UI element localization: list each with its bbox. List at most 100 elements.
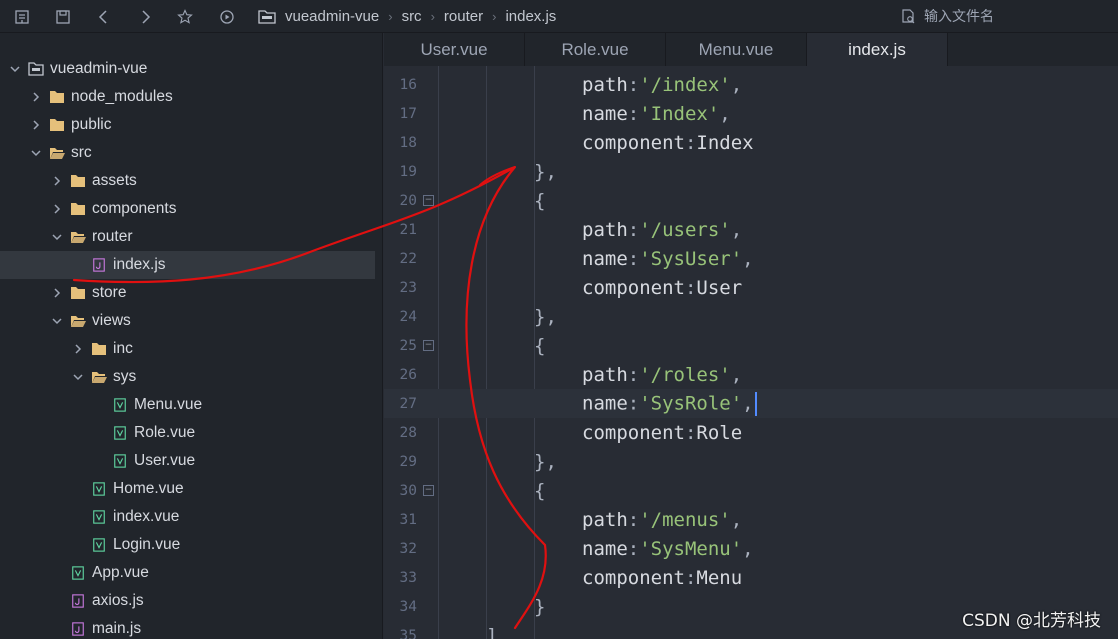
- code-line: 20− {: [384, 186, 1118, 215]
- tree-item-label: vueadmin-vue: [50, 60, 148, 77]
- vue-file-icon: [91, 509, 107, 525]
- tab-user-vue[interactable]: User.vue: [384, 33, 525, 66]
- tree-item-label: assets: [92, 172, 137, 189]
- vue-file-icon: [112, 425, 128, 441]
- chevron-down-icon[interactable]: [8, 62, 22, 76]
- code-token: 'SysUser': [639, 247, 743, 270]
- code-line: 26 path:'/roles',: [384, 360, 1118, 389]
- code-line: 24},: [384, 302, 1118, 331]
- tree-item[interactable]: index.js: [0, 251, 375, 279]
- tree-item[interactable]: inc: [0, 335, 382, 363]
- tree-item[interactable]: sys: [0, 363, 382, 391]
- tree-item[interactable]: public: [0, 111, 382, 139]
- tree-item[interactable]: components: [0, 195, 382, 223]
- tree-item-label: components: [92, 200, 177, 217]
- chevron-right-icon[interactable]: [50, 202, 64, 216]
- code-token: path: [582, 508, 628, 531]
- back-icon[interactable]: [89, 0, 119, 33]
- chevron-down-icon[interactable]: [71, 370, 85, 384]
- chevron-right-icon[interactable]: [71, 342, 85, 356]
- tree-item-label: store: [92, 284, 127, 301]
- forward-icon[interactable]: [130, 0, 160, 33]
- code-line: 22 name:'SysUser',: [384, 244, 1118, 273]
- chevron-right-icon[interactable]: [50, 174, 64, 188]
- run-icon[interactable]: [212, 0, 242, 33]
- code-token: ,: [730, 218, 743, 241]
- watermark: CSDN @北芳科技: [962, 611, 1101, 631]
- chevron-right-icon[interactable]: [29, 118, 43, 132]
- code-token: :: [627, 218, 640, 241]
- tree-item[interactable]: router: [0, 223, 382, 251]
- text-cursor: [754, 391, 757, 416]
- tree-item-label: Role.vue: [134, 424, 196, 441]
- tree-item[interactable]: index.vue: [0, 503, 382, 531]
- breadcrumb-item[interactable]: router: [444, 8, 483, 25]
- tab-index-js[interactable]: index.js: [807, 33, 948, 66]
- tree-item[interactable]: main.js: [0, 615, 382, 639]
- folder-icon: [70, 173, 86, 189]
- code-token: path: [582, 363, 628, 386]
- code-text: path:'/index',: [582, 74, 742, 96]
- code-editor[interactable]: 16 path:'/index', 17 name:'Index', 18 compone…: [384, 66, 1118, 639]
- fold-toggle-icon[interactable]: −: [423, 485, 434, 496]
- tree-item-label: inc: [113, 340, 133, 357]
- chevron-down-icon[interactable]: [50, 230, 64, 244]
- tree-item[interactable]: src: [0, 139, 382, 167]
- tab-role-vue[interactable]: Role.vue: [525, 33, 666, 66]
- tree-item-label: sys: [113, 368, 137, 385]
- code-line: 21 path:'/users',: [384, 215, 1118, 244]
- tree-item[interactable]: Home.vue: [0, 475, 382, 503]
- code-text: component:Role: [582, 422, 742, 444]
- tab-menu-vue[interactable]: Menu.vue: [666, 33, 807, 66]
- chevron-right-icon: ›: [492, 9, 497, 24]
- code-token: Menu: [696, 566, 743, 589]
- folder-open-icon: [49, 145, 65, 161]
- line-number: 29: [399, 453, 417, 470]
- code-text: {: [534, 480, 545, 502]
- code-line: 29},: [384, 447, 1118, 476]
- tree-item[interactable]: Login.vue: [0, 531, 382, 559]
- tree-item[interactable]: Menu.vue: [0, 391, 382, 419]
- line-number: 34: [399, 598, 417, 615]
- breadcrumb-item[interactable]: vueadmin-vue: [285, 8, 379, 25]
- tree-item[interactable]: User.vue: [0, 447, 382, 475]
- chevron-right-icon[interactable]: [29, 90, 43, 104]
- collapse-icon[interactable]: [7, 0, 37, 33]
- tree-item[interactable]: Role.vue: [0, 419, 382, 447]
- folder-open-icon: [70, 313, 86, 329]
- line-number: 23: [399, 279, 417, 296]
- tree-item[interactable]: axios.js: [0, 587, 382, 615]
- code-line: 19},: [384, 157, 1118, 186]
- tree-item[interactable]: store: [0, 279, 382, 307]
- chevron-down-icon[interactable]: [50, 314, 64, 328]
- chevron-down-icon[interactable]: [29, 146, 43, 160]
- line-number: 20: [399, 192, 417, 209]
- chevron-right-icon[interactable]: [50, 286, 64, 300]
- tree-item[interactable]: vueadmin-vue: [0, 55, 382, 83]
- code-token: ,: [742, 392, 754, 414]
- code-token: ,: [730, 508, 743, 531]
- code-token: name: [582, 247, 628, 270]
- breadcrumb-item[interactable]: src: [402, 8, 422, 25]
- file-search-input[interactable]: [924, 8, 1104, 25]
- star-icon[interactable]: [170, 0, 200, 33]
- code-text: }: [534, 596, 545, 618]
- vue-file-icon: [91, 537, 107, 553]
- tree-item[interactable]: App.vue: [0, 559, 382, 587]
- breadcrumb-item[interactable]: index.js: [505, 8, 556, 25]
- tree-item[interactable]: views: [0, 307, 382, 335]
- code-token: 'Index': [639, 102, 720, 125]
- code-line: 27 name:'SysRole',: [384, 389, 1118, 418]
- save-icon[interactable]: [48, 0, 78, 33]
- code-token: name: [582, 537, 628, 560]
- tree-item[interactable]: assets: [0, 167, 382, 195]
- tree-item[interactable]: node_modules: [0, 83, 382, 111]
- fold-toggle-icon[interactable]: −: [423, 340, 434, 351]
- code-token: ,: [730, 363, 743, 386]
- fold-toggle-icon[interactable]: −: [423, 195, 434, 206]
- chevron-right-icon: ›: [388, 9, 393, 24]
- tree-item-label: public: [71, 116, 112, 133]
- code-token: :: [627, 73, 640, 96]
